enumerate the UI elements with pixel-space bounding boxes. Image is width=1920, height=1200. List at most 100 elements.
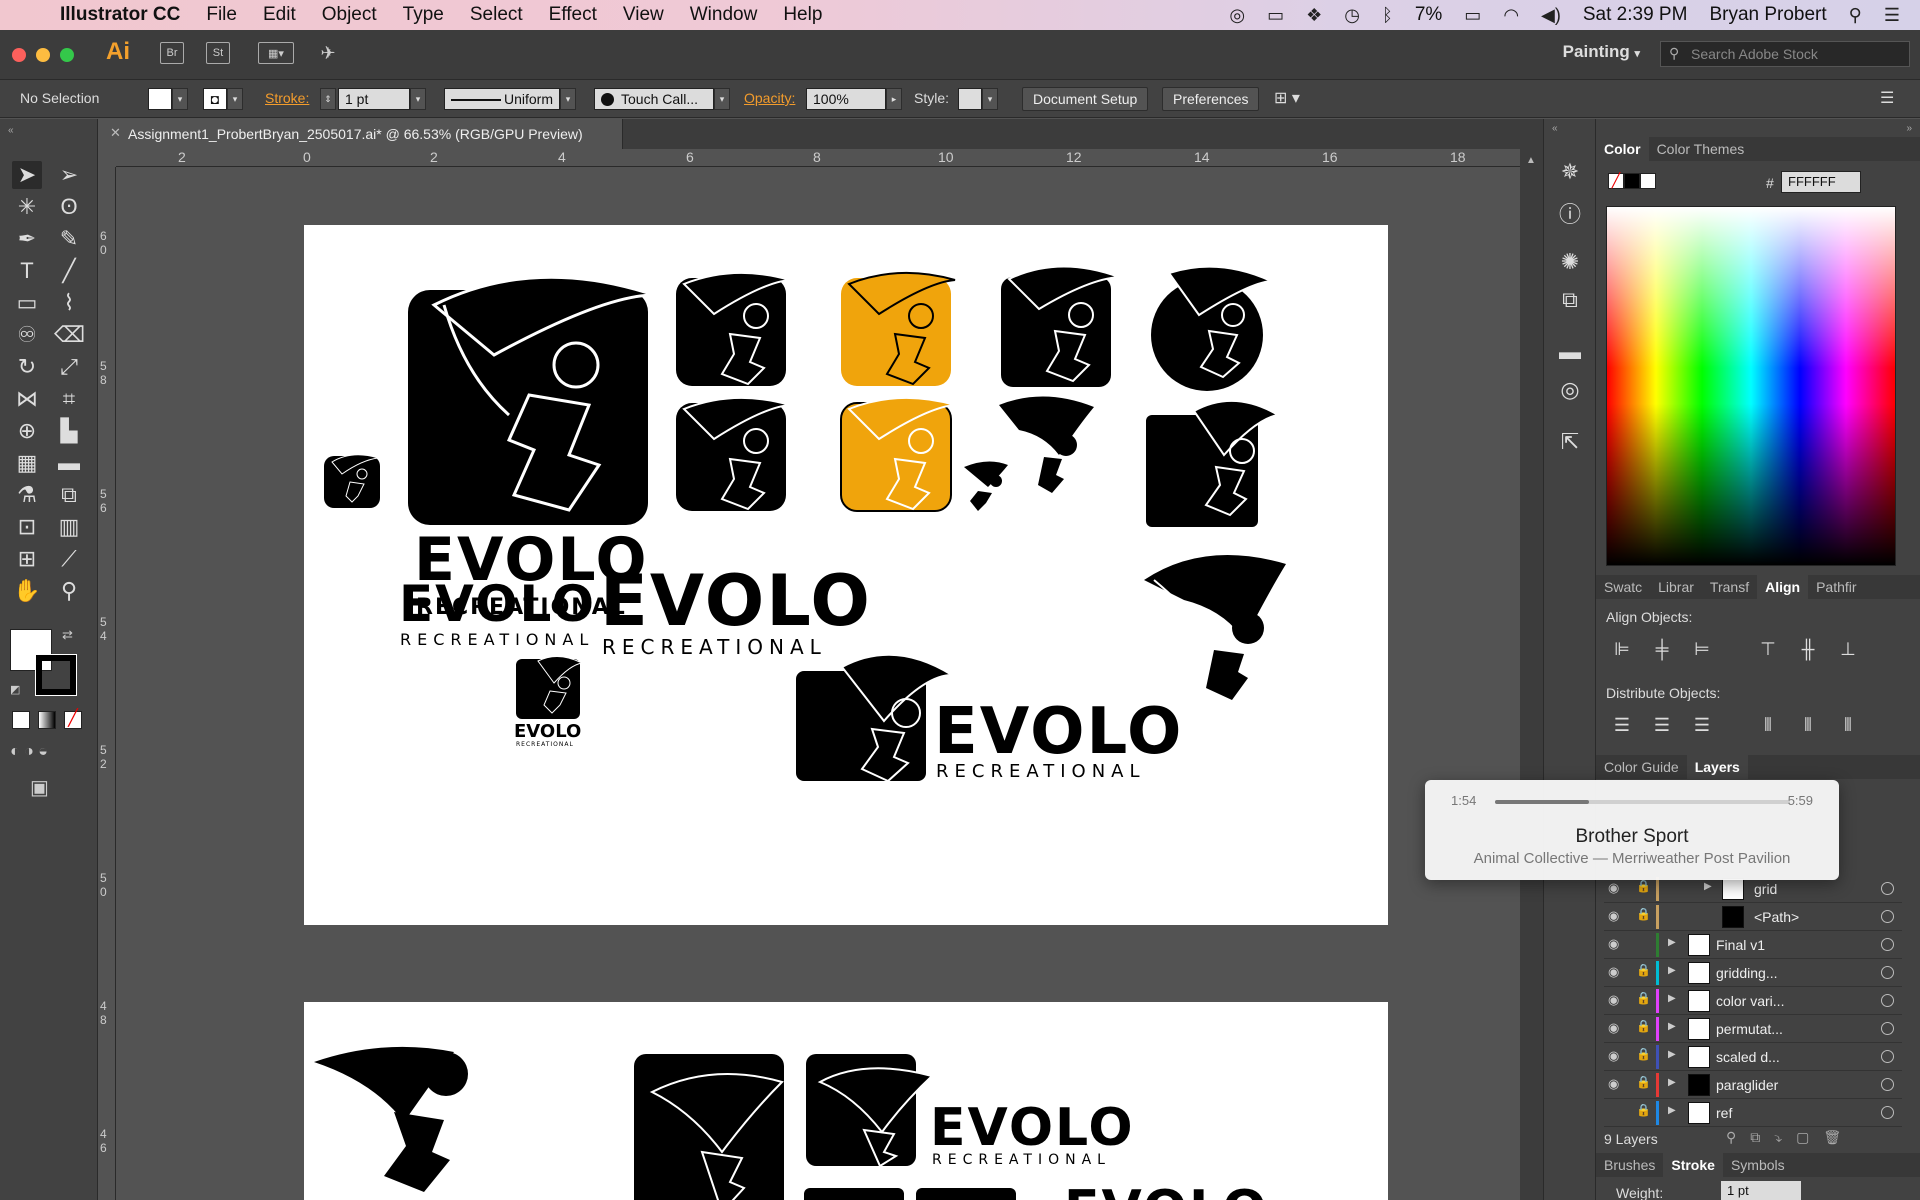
stroke-profile-dropdown[interactable]: ▾: [560, 88, 576, 110]
evolo-mark-black-4[interactable]: [1144, 395, 1284, 530]
now-playing-notification[interactable]: 1:54 5:59 Brother Sport Animal Collectiv…: [1425, 780, 1839, 880]
tab-symbols[interactable]: Symbols: [1723, 1153, 1793, 1177]
tab-libraries[interactable]: Librar: [1650, 575, 1702, 599]
horizontal-ruler[interactable]: 2 0 2 4 6 8 10 12 14 16 18: [116, 149, 1520, 167]
zoom-tool-icon[interactable]: ⚲: [54, 577, 84, 605]
color-spectrum-picker[interactable]: [1606, 206, 1896, 566]
document-tab[interactable]: ✕ Assignment1_ProbertBryan_2505017.ai* @…: [98, 119, 623, 149]
distribute-center-v-icon[interactable]: ☰: [1650, 715, 1674, 737]
volume-icon[interactable]: ◀): [1541, 5, 1561, 26]
menu-file[interactable]: File: [206, 4, 237, 26]
visibility-eye-icon[interactable]: ◉: [1608, 992, 1619, 1008]
menu-view[interactable]: View: [623, 4, 664, 26]
paintbrush-tool-icon[interactable]: ⌇: [54, 289, 84, 317]
evolo-mark-lockup-small[interactable]: [514, 653, 584, 723]
lasso-tool-icon[interactable]: ʘ: [54, 193, 84, 221]
close-window-button[interactable]: [12, 48, 26, 62]
selection-tool-icon[interactable]: ➤: [12, 161, 42, 189]
evolo-mark-variant-1[interactable]: [632, 1052, 792, 1200]
wordmark-evolo-medium[interactable]: EVOLO: [399, 575, 596, 633]
wordmark-recreational-medium[interactable]: RECREATIONAL: [400, 630, 594, 649]
creative-cloud-icon[interactable]: ◎: [1229, 5, 1245, 26]
weight-input[interactable]: 1 pt: [1721, 1181, 1801, 1200]
lock-icon[interactable]: 🔒: [1636, 963, 1651, 977]
expand-arrow-icon[interactable]: ▶: [1668, 1049, 1676, 1060]
document-setup-button[interactable]: Document Setup: [1022, 87, 1149, 111]
distribute-bottom-icon[interactable]: ☰: [1690, 715, 1714, 737]
hex-input[interactable]: FFFFFF: [1781, 171, 1861, 193]
evolo-mark-orange-2[interactable]: [839, 395, 959, 515]
expand-arrow-icon[interactable]: ▶: [1668, 965, 1676, 976]
layer-name[interactable]: paraglider: [1716, 1077, 1778, 1093]
perspective-grid-tool-icon[interactable]: ▙: [54, 417, 84, 445]
evolo-mark-small[interactable]: [322, 450, 382, 510]
wifi-icon[interactable]: ◠: [1503, 5, 1519, 26]
stroke-dropdown-arrow[interactable]: ▾: [227, 88, 243, 110]
swap-colors-icon[interactable]: ⇄: [62, 627, 73, 643]
scroll-up-arrow-icon[interactable]: ▲: [1526, 155, 1536, 166]
brush-select[interactable]: Touch Call...: [594, 88, 714, 110]
shaper-tool-icon[interactable]: ♾: [12, 321, 42, 349]
tab-stroke[interactable]: Stroke: [1663, 1153, 1723, 1177]
minimize-window-button[interactable]: [36, 48, 50, 62]
pen-tool-icon[interactable]: ✒: [12, 225, 42, 253]
wordmark-evolo-large[interactable]: EVOLO: [600, 560, 872, 642]
opacity-dropdown[interactable]: ▸: [886, 88, 902, 110]
type-tool-icon[interactable]: T: [12, 257, 42, 285]
layer-row-paraglider[interactable]: ◉ 🔒 ▶ paraglider: [1604, 1071, 1902, 1099]
evolo-mark-large[interactable]: [404, 265, 664, 525]
tab-brushes[interactable]: Brushes: [1596, 1153, 1663, 1177]
layer-name[interactable]: color vari...: [1716, 993, 1784, 1009]
tab-layers[interactable]: Layers: [1686, 755, 1748, 779]
artboard-1[interactable]: EVOLO RECREATIONAL EVOLO RECREATIONAL EV…: [304, 225, 1388, 925]
evolo-glider-variant[interactable]: [314, 1042, 484, 1200]
stroke-profile-select[interactable]: Uniform: [444, 88, 560, 110]
layer-row-ref[interactable]: 🔒 ▶ ref: [1604, 1099, 1902, 1127]
gradient-tool-icon[interactable]: ▬: [54, 449, 84, 477]
layer-name[interactable]: grid: [1754, 881, 1777, 897]
target-circle-icon[interactable]: [1881, 1078, 1894, 1091]
scale-tool-icon[interactable]: ⤢: [54, 353, 84, 381]
lock-icon[interactable]: 🔒: [1636, 1075, 1651, 1089]
time-machine-icon[interactable]: ◷: [1344, 5, 1360, 26]
layer-name[interactable]: <Path>: [1754, 909, 1799, 925]
transparency-icon[interactable]: ◎: [1556, 377, 1584, 405]
expand-arrow-icon[interactable]: ▶: [1704, 881, 1712, 892]
layer-row-color-variations[interactable]: ◉ 🔒 ▶ color vari...: [1604, 987, 1902, 1015]
layer-row-path[interactable]: ◉ 🔒 <Path>: [1604, 903, 1902, 931]
info-icon[interactable]: ⓘ: [1556, 197, 1584, 227]
stroke-label[interactable]: Stroke:: [265, 90, 309, 106]
tab-align[interactable]: Align: [1757, 575, 1809, 599]
wordmark-recreational-variant[interactable]: RECREATIONAL: [932, 1152, 1111, 1168]
draw-modes-icon[interactable]: ◐ ◑ ◒: [10, 743, 48, 761]
target-circle-icon[interactable]: [1881, 1050, 1894, 1063]
stock-button[interactable]: St: [206, 42, 230, 64]
distribute-left-icon[interactable]: ⦀: [1756, 715, 1780, 737]
menu-type[interactable]: Type: [403, 4, 444, 26]
hand-tool-icon[interactable]: ✋: [12, 577, 42, 605]
evolo-mark-circle[interactable]: [1149, 263, 1279, 393]
expand-arrow-icon[interactable]: ▶: [1668, 993, 1676, 1004]
wordmark-recreational-small[interactable]: RECREATIONAL: [516, 741, 574, 748]
artboard-2[interactable]: EVOLO RECREATIONAL EVOLO: [304, 1002, 1388, 1200]
workspace-switcher[interactable]: Painting ▾: [1563, 42, 1640, 62]
app-name-menu[interactable]: Illustrator CC: [60, 4, 180, 26]
target-circle-icon[interactable]: [1881, 994, 1894, 1007]
arrange-documents-icon[interactable]: ▦▾: [258, 42, 294, 64]
target-circle-icon[interactable]: [1881, 1106, 1894, 1119]
none-swatch-icon[interactable]: ╱: [1608, 173, 1624, 189]
visibility-eye-icon[interactable]: ◉: [1608, 936, 1619, 952]
align-left-icon[interactable]: ⊫: [1610, 639, 1634, 661]
menu-object[interactable]: Object: [322, 4, 377, 26]
expand-arrow-icon[interactable]: ▶: [1668, 937, 1676, 948]
line-tool-icon[interactable]: ╱: [54, 257, 84, 285]
rectangle-tool-icon[interactable]: ▭: [12, 289, 42, 317]
white-swatch[interactable]: [1640, 173, 1656, 189]
visibility-eye-icon[interactable]: ◉: [1608, 908, 1619, 924]
lock-icon[interactable]: 🔒: [1636, 1103, 1651, 1117]
align-top-icon[interactable]: ⊤: [1756, 639, 1780, 661]
menu-select[interactable]: Select: [470, 4, 523, 26]
slice-tool-icon[interactable]: ⟋: [54, 545, 84, 573]
evolo-mark-black-3[interactable]: [674, 395, 794, 515]
shape-builder-tool-icon[interactable]: ⊕: [12, 417, 42, 445]
